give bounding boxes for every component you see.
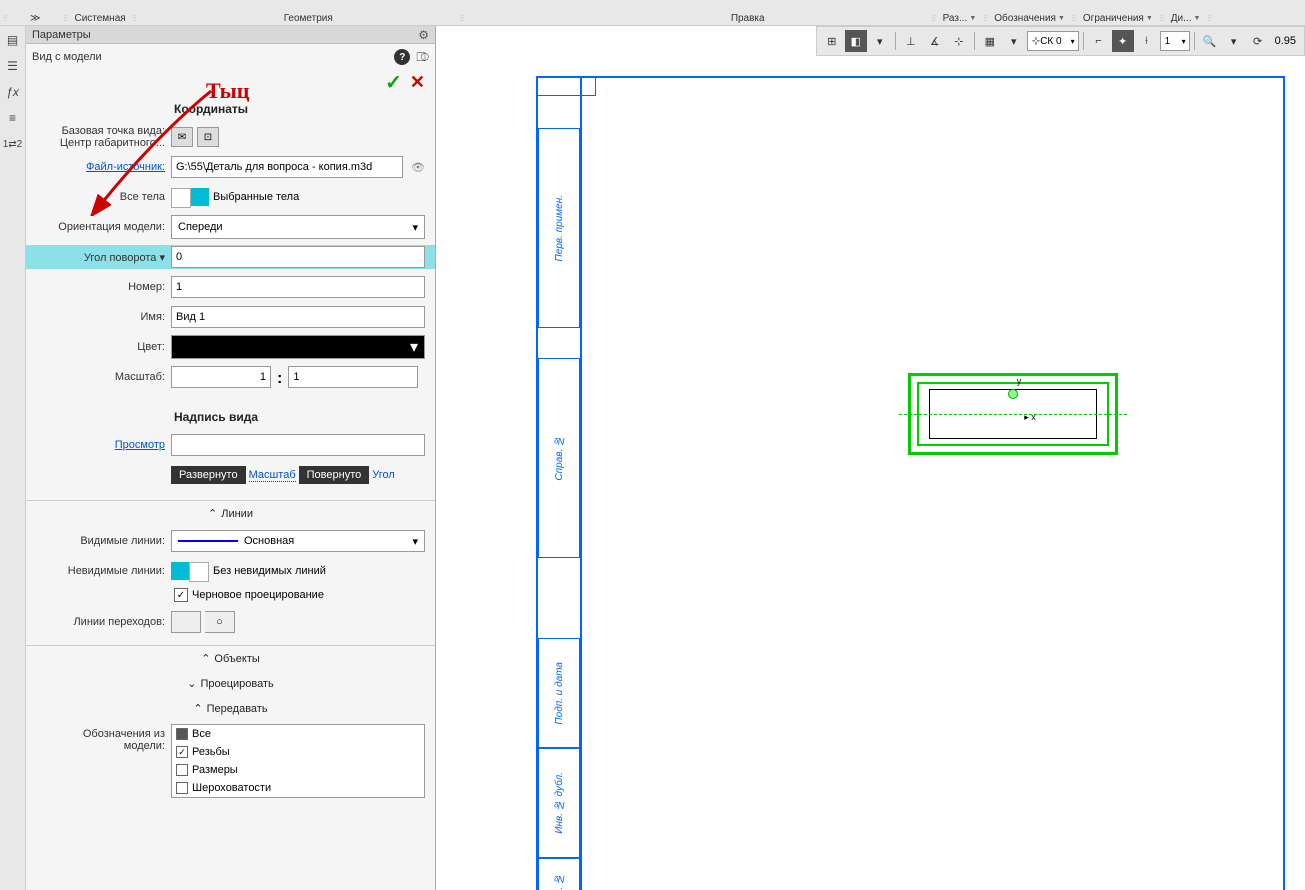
tree-icon[interactable]: ▤ bbox=[3, 30, 23, 50]
drawing-canvas[interactable]: ⊞ ◧ ▾ ⊥ ∡ ⊹ ▦ ▾ ⊹ СК 0 ⌐ ✦ ⟊ 1 🔍 ▾ ⟳ 0.9… bbox=[436, 26, 1305, 890]
rotated-btn[interactable]: Повернуто bbox=[299, 466, 370, 484]
caption-title: Надпись вида bbox=[26, 402, 435, 430]
objects-header[interactable]: ⌃Объекты bbox=[26, 645, 435, 671]
swap-icon[interactable]: 1⇄2 bbox=[3, 134, 23, 154]
color-select[interactable]: ▾ bbox=[171, 335, 425, 359]
orientation-select[interactable]: Спереди▾ bbox=[171, 215, 425, 239]
menu-notation[interactable]: Обозначения ▼ bbox=[990, 13, 1069, 24]
dropdown-icon[interactable]: ▾ bbox=[869, 30, 891, 52]
cancel-button[interactable]: ✕ bbox=[410, 72, 425, 93]
envelope-icon[interactable]: ✉ bbox=[171, 127, 193, 147]
layers-icon[interactable]: ☰ bbox=[3, 56, 23, 76]
list-icon[interactable]: ≡ bbox=[3, 108, 23, 128]
confirm-button[interactable]: ✓ bbox=[385, 70, 402, 95]
rotation-input[interactable] bbox=[171, 246, 425, 268]
transitions-off[interactable] bbox=[171, 611, 201, 633]
dim-icon[interactable]: ⟊ bbox=[1136, 30, 1158, 52]
view-selection[interactable]: y ▸ x bbox=[908, 373, 1118, 455]
panel-title: Параметры bbox=[32, 29, 91, 41]
checkbox-icon[interactable] bbox=[176, 782, 188, 794]
grid-icon[interactable]: ▦ bbox=[979, 30, 1001, 52]
origin-marker bbox=[1008, 389, 1018, 399]
fx-icon[interactable]: ƒx bbox=[3, 82, 23, 102]
menu-diag[interactable]: Ди... ▼ bbox=[1167, 13, 1205, 24]
project-header[interactable]: ⌄Проецировать bbox=[26, 671, 435, 696]
xy-icon[interactable]: ⊹ bbox=[948, 30, 970, 52]
checkbox-icon[interactable]: ✓ bbox=[176, 746, 188, 758]
menu-dim[interactable]: Раз... ▼ bbox=[939, 13, 981, 24]
zoom-value: 0.95 bbox=[1271, 35, 1300, 47]
canvas-toolbar: ⊞ ◧ ▾ ⊥ ∡ ⊹ ▦ ▾ ⊹ СК 0 ⌐ ✦ ⟊ 1 🔍 ▾ ⟳ 0.9… bbox=[816, 26, 1305, 56]
invisible-toggle[interactable] bbox=[171, 562, 209, 580]
menu-constraints[interactable]: Ограничения ▼ bbox=[1079, 13, 1157, 24]
expanded-btn[interactable]: Развернуто bbox=[171, 466, 246, 484]
name-input[interactable] bbox=[171, 306, 425, 328]
transfer-header[interactable]: ⌃Передавать bbox=[26, 696, 435, 721]
one-select[interactable]: 1 bbox=[1160, 31, 1190, 51]
dropdown3-icon[interactable]: ▾ bbox=[1223, 30, 1245, 52]
file-source-input[interactable] bbox=[171, 156, 403, 178]
gear-icon[interactable]: ⚙ bbox=[418, 28, 429, 42]
lines-header[interactable]: ⌃Линии bbox=[26, 500, 435, 526]
dropdown2-icon[interactable]: ▾ bbox=[1003, 30, 1025, 52]
cs-select[interactable]: ⊹ СК 0 bbox=[1027, 31, 1079, 51]
checkbox-icon[interactable] bbox=[176, 764, 188, 776]
parameters-panel: Параметры ⚙ Вид с модели ? ⎄ ✓ ✕ Тыц Коо… bbox=[26, 26, 436, 890]
angle-icon[interactable]: ∡ bbox=[924, 30, 946, 52]
angle-link[interactable]: Угол bbox=[372, 469, 395, 481]
snap-icon[interactable]: ✦ bbox=[1112, 30, 1134, 52]
scale-a-input[interactable] bbox=[171, 366, 271, 388]
refresh-icon[interactable]: ⟳ bbox=[1247, 30, 1269, 52]
caption-input[interactable] bbox=[171, 434, 425, 456]
perp-icon[interactable]: ⊥ bbox=[900, 30, 922, 52]
file-source-link[interactable]: Файл-источник: bbox=[86, 161, 165, 173]
left-sidebar: ▤ ☰ ƒx ≡ 1⇄2 bbox=[0, 26, 26, 890]
menu-system[interactable]: Системная bbox=[70, 13, 129, 24]
help-icon[interactable]: ? bbox=[394, 49, 410, 65]
grip-icon: ⫶⫶ bbox=[0, 14, 10, 24]
panel-subtitle: Вид с модели bbox=[32, 51, 102, 63]
list-item[interactable]: Все bbox=[172, 725, 424, 743]
l-icon[interactable]: ⌐ bbox=[1088, 30, 1110, 52]
zoom-icon[interactable]: 🔍 bbox=[1199, 30, 1221, 52]
drawing-frame: Перв. примен. Справ. № Подп. и дата Инв.… bbox=[536, 76, 1285, 890]
draft-checkbox[interactable] bbox=[174, 588, 188, 602]
visible-lines-select[interactable]: Основная▾ bbox=[171, 530, 425, 552]
preview-link[interactable]: Просмотр bbox=[115, 439, 165, 451]
eye-icon[interactable]: 👁 bbox=[411, 161, 425, 174]
top-menu: ⫶⫶ ≫ ⫶⫶ Системная ⫶⫶ Геометрия ⫶⫶ Правка… bbox=[0, 12, 1305, 26]
scale-b-input[interactable] bbox=[288, 366, 418, 388]
list-item[interactable]: ✓Резьбы bbox=[172, 743, 424, 761]
checkbox-icon[interactable] bbox=[176, 728, 188, 740]
list-item[interactable]: Шероховатости bbox=[172, 779, 424, 797]
menu-geometry[interactable]: Геометрия bbox=[280, 13, 337, 24]
list-item[interactable]: Размеры bbox=[172, 761, 424, 779]
target-icon[interactable]: ⊡ bbox=[197, 127, 219, 147]
scale-link[interactable]: Масштаб bbox=[249, 469, 296, 482]
menu-edit[interactable]: Правка bbox=[727, 13, 769, 24]
coords-title: Координаты bbox=[26, 94, 435, 122]
eraser-icon[interactable]: ◧ bbox=[845, 30, 867, 52]
all-bodies-toggle[interactable] bbox=[171, 188, 209, 206]
tree-toggle-icon[interactable]: ⎄ bbox=[416, 50, 429, 65]
number-input[interactable] bbox=[171, 276, 425, 298]
grid3-icon[interactable]: ⊞ bbox=[821, 30, 843, 52]
transitions-on[interactable]: ○ bbox=[205, 611, 235, 633]
